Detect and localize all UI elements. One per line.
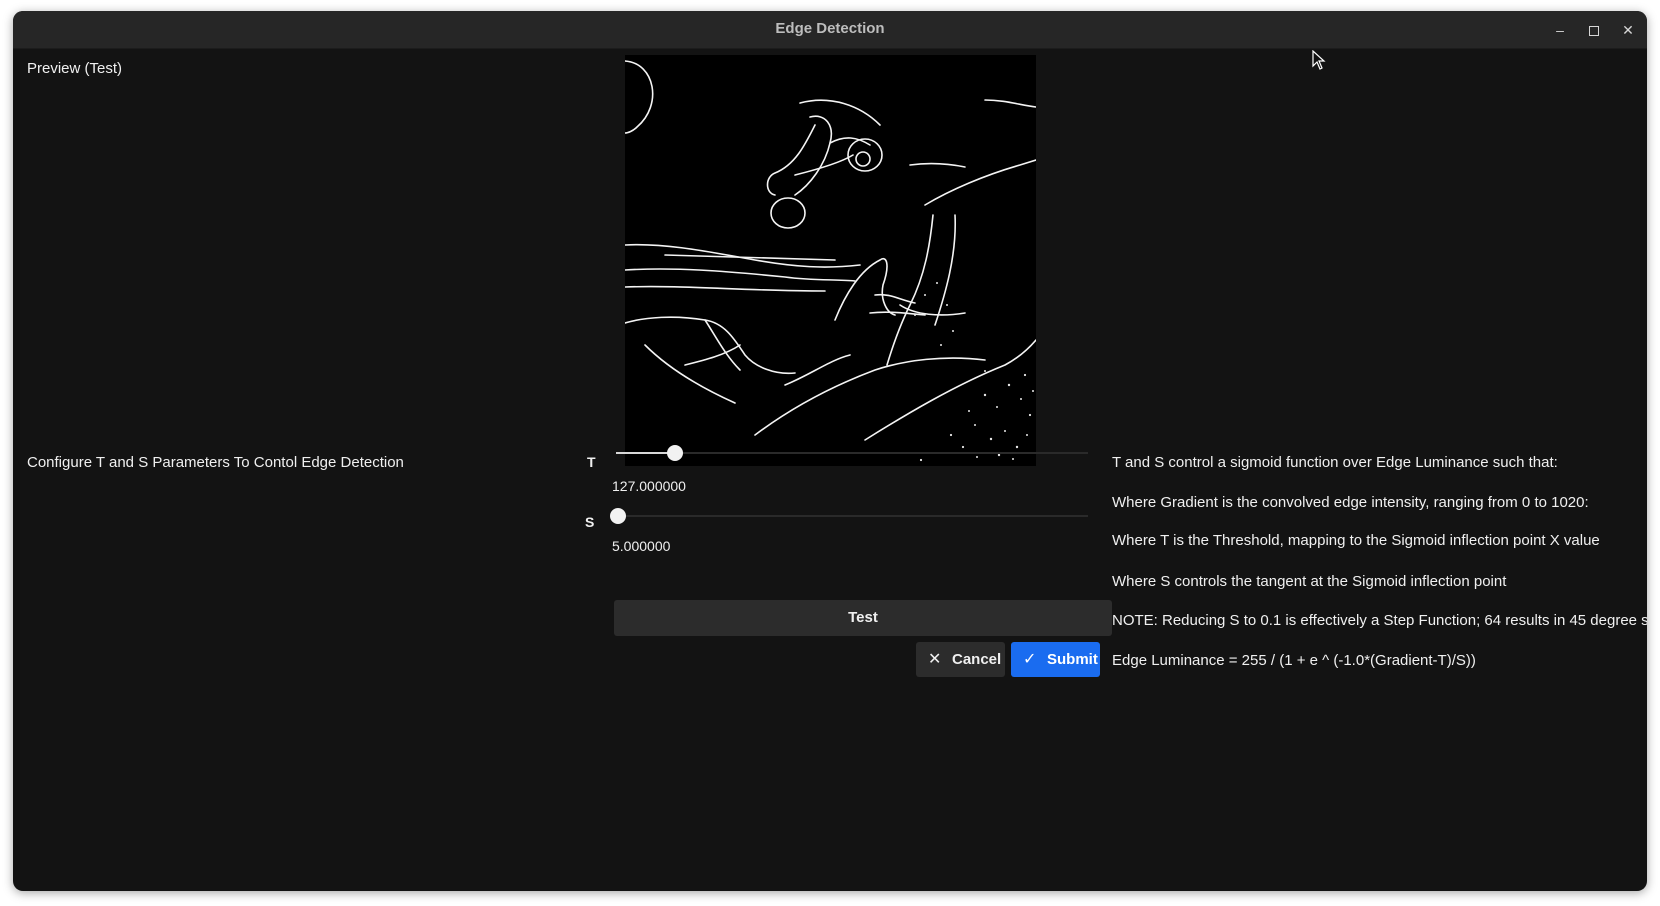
s-param-label: S <box>585 514 595 530</box>
t-slider-track <box>616 452 1088 454</box>
info-line-1: T and S control a sigmoid function over … <box>1112 454 1558 471</box>
t-slider-fill <box>616 452 675 454</box>
s-slider[interactable] <box>610 506 1088 526</box>
s-value: 5.000000 <box>612 538 671 554</box>
window-title: Edge Detection <box>775 20 885 37</box>
s-slider-track <box>616 515 1088 517</box>
mouse-cursor-icon <box>1312 50 1326 70</box>
cancel-button[interactable]: ✕ Cancel <box>916 642 1005 677</box>
submit-button-label: Submit <box>1047 651 1098 668</box>
config-label: Configure T and S Parameters To Contol E… <box>27 454 404 471</box>
s-slider-thumb[interactable] <box>610 508 627 524</box>
info-line-4: Where S controls the tangent at the Sigm… <box>1112 573 1507 590</box>
edge-detection-window: Edge Detection – ✕ Preview (Test) Config… <box>13 11 1647 891</box>
maximize-icon <box>1589 26 1599 37</box>
title-bar[interactable]: Edge Detection – ✕ <box>13 11 1647 49</box>
submit-button[interactable]: ✓ Submit <box>1011 642 1100 677</box>
minimize-button[interactable]: – <box>1550 20 1570 40</box>
maximize-button[interactable] <box>1584 20 1604 40</box>
check-icon: ✓ <box>1023 651 1037 668</box>
test-button[interactable]: Test <box>614 600 1112 636</box>
t-slider[interactable] <box>616 443 1088 463</box>
preview-label: Preview (Test) <box>27 60 123 77</box>
info-line-5: NOTE: Reducing S to 0.1 is effectively a… <box>1112 612 1647 629</box>
info-line-2: Where Gradient is the convolved edge int… <box>1112 494 1589 511</box>
info-line-3: Where T is the Threshold, mapping to the… <box>1112 532 1600 549</box>
t-param-label: T <box>587 454 596 470</box>
preview-image <box>625 55 1036 466</box>
t-slider-thumb[interactable] <box>666 445 683 461</box>
info-line-6: Edge Luminance = 255 / (1 + e ^ (-1.0*(G… <box>1112 652 1476 669</box>
close-button[interactable]: ✕ <box>1618 20 1638 40</box>
cancel-button-label: Cancel <box>952 651 1002 668</box>
close-icon: ✕ <box>928 651 942 668</box>
t-value: 127.000000 <box>612 478 686 494</box>
